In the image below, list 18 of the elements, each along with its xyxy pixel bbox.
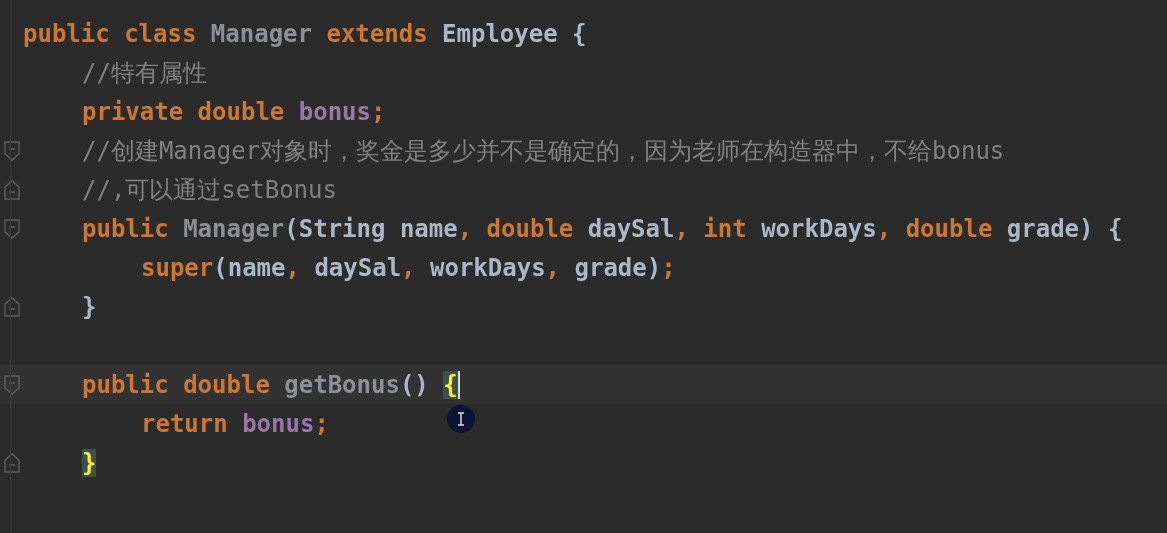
fold-icon[interactable] [3, 179, 20, 200]
fold-icon[interactable] [3, 374, 20, 395]
fold-icon[interactable] [3, 218, 20, 239]
code-line: private double bonus; [82, 96, 386, 127]
code-line: //,可以通过setBonus [82, 174, 337, 205]
code-line: public Manager(String name, double daySal, int workDays, double grade) { [82, 213, 1123, 244]
code-line: //特有属性 [82, 57, 207, 88]
text-cursor-icon [447, 405, 475, 433]
fold-icon[interactable] [3, 452, 20, 473]
code-line: public double getBonus() { [82, 369, 458, 400]
code-line: public class Manager extends Employee { [23, 18, 587, 49]
code-editor[interactable] [0, 0, 1167, 533]
code-line: //创建Manager对象时，奖金是多少并不是确定的，因为老师在构造器中，不给bonus [82, 135, 1005, 166]
code-line: super(name, daySal, workDays, grade); [141, 252, 676, 283]
fold-icon[interactable] [3, 296, 20, 317]
code-line: return bonus; [141, 408, 329, 439]
fold-icon[interactable] [3, 140, 20, 161]
code-line: } [82, 291, 97, 322]
